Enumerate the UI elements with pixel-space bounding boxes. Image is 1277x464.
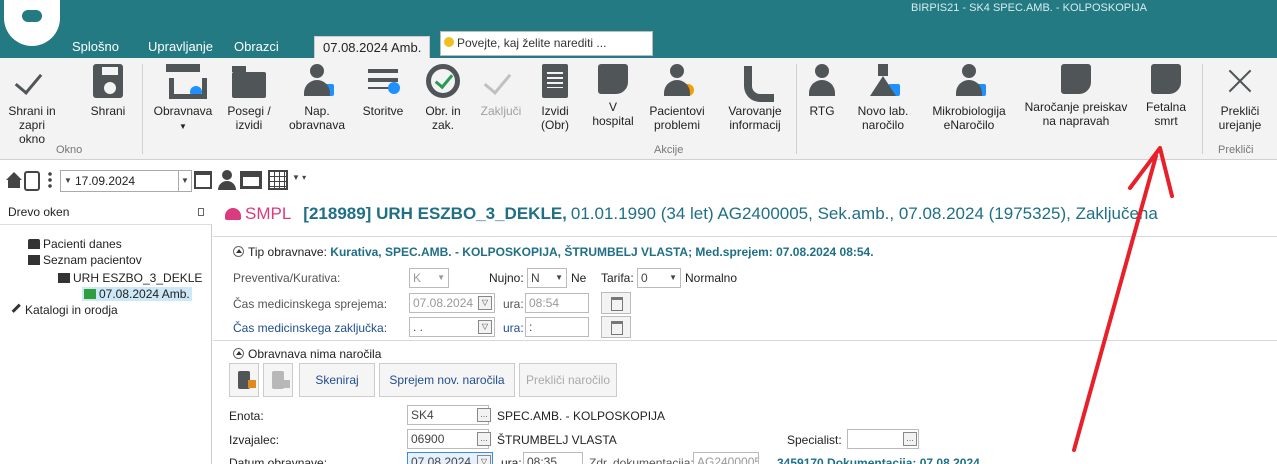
- annotation-arrow: [1072, 146, 1174, 452]
- arrow-shaft: [1072, 154, 1158, 452]
